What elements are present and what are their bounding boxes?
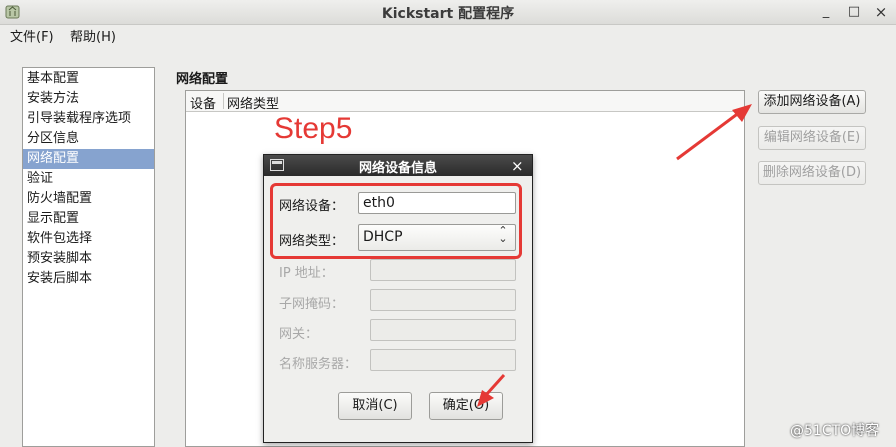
network-type-label: 网络类型： [279, 234, 345, 249]
maximize-button[interactable]: □ [846, 4, 862, 20]
minimize-button[interactable]: _ [818, 4, 834, 20]
sidebar-item-network[interactable]: 网络配置 [23, 149, 154, 169]
subnet-mask-label: 子网掩码： [279, 297, 345, 312]
cancel-button[interactable]: 取消(C) [338, 392, 412, 420]
sidebar-item-basic[interactable]: 基本配置 [23, 69, 154, 89]
sidebar-item-install-method[interactable]: 安装方法 [23, 89, 154, 109]
add-network-device-button[interactable]: 添加网络设备(A) [758, 90, 866, 114]
subnet-mask-input[interactable] [370, 289, 516, 311]
sidebar-item-auth[interactable]: 验证 [23, 169, 154, 189]
column-divider [223, 93, 224, 109]
step-annotation: Step5 [274, 112, 353, 145]
sidebar-nav: 基本配置 安装方法 引导装载程序选项 分区信息 网络配置 验证 防火墙配置 显示… [22, 67, 155, 447]
network-device-dialog: 网络设备信息 × 网络设备： eth0 网络类型： DHCP ⌃ ⌄ IP 地址：… [263, 154, 533, 443]
ip-address-label: IP 地址： [279, 266, 334, 281]
gateway-label: 网关： [279, 327, 319, 342]
sidebar-item-post-script[interactable]: 安装后脚本 [23, 269, 154, 289]
window-titlebar: Kickstart 配置程序 _ □ × [0, 0, 896, 25]
delete-network-device-button[interactable]: 删除网络设备(D) [758, 161, 866, 185]
dns-input[interactable] [370, 349, 516, 371]
network-type-select[interactable]: DHCP [358, 224, 516, 251]
dialog-titlebar: 网络设备信息 × [264, 155, 532, 176]
window-title: Kickstart 配置程序 [381, 6, 515, 22]
watermark: @51CTO博客 [790, 423, 880, 439]
device-label: 网络设备： [279, 199, 345, 214]
sidebar-item-pre-script[interactable]: 预安装脚本 [23, 249, 154, 269]
dialog-title: 网络设备信息 [358, 161, 437, 176]
column-network-type[interactable]: 网络类型 [227, 93, 279, 112]
dns-label: 名称服务器： [279, 357, 358, 372]
ip-address-input[interactable] [370, 259, 516, 281]
menu-help[interactable]: 帮助(H) [70, 26, 116, 45]
section-title: 网络配置 [176, 72, 229, 87]
column-device[interactable]: 设备 [190, 93, 216, 112]
sidebar-item-bootloader[interactable]: 引导装载程序选项 [23, 109, 154, 129]
dialog-close-icon[interactable]: × [511, 157, 524, 175]
edit-network-device-button[interactable]: 编辑网络设备(E) [758, 126, 866, 150]
close-button[interactable]: × [873, 4, 889, 20]
menu-file[interactable]: 文件(F) [10, 26, 54, 45]
annotation-arrow-icon [477, 373, 506, 407]
device-input[interactable]: eth0 [358, 192, 516, 214]
menubar [0, 24, 896, 46]
select-arrows-icon: ⌃ ⌄ [498, 224, 508, 245]
sidebar-item-packages[interactable]: 软件包选择 [23, 229, 154, 249]
sidebar-item-partition[interactable]: 分区信息 [23, 129, 154, 149]
sidebar-item-display[interactable]: 显示配置 [23, 209, 154, 229]
annotation-arrow-icon [676, 104, 752, 161]
sidebar-item-firewall[interactable]: 防火墙配置 [23, 189, 154, 209]
gateway-input[interactable] [370, 319, 516, 341]
